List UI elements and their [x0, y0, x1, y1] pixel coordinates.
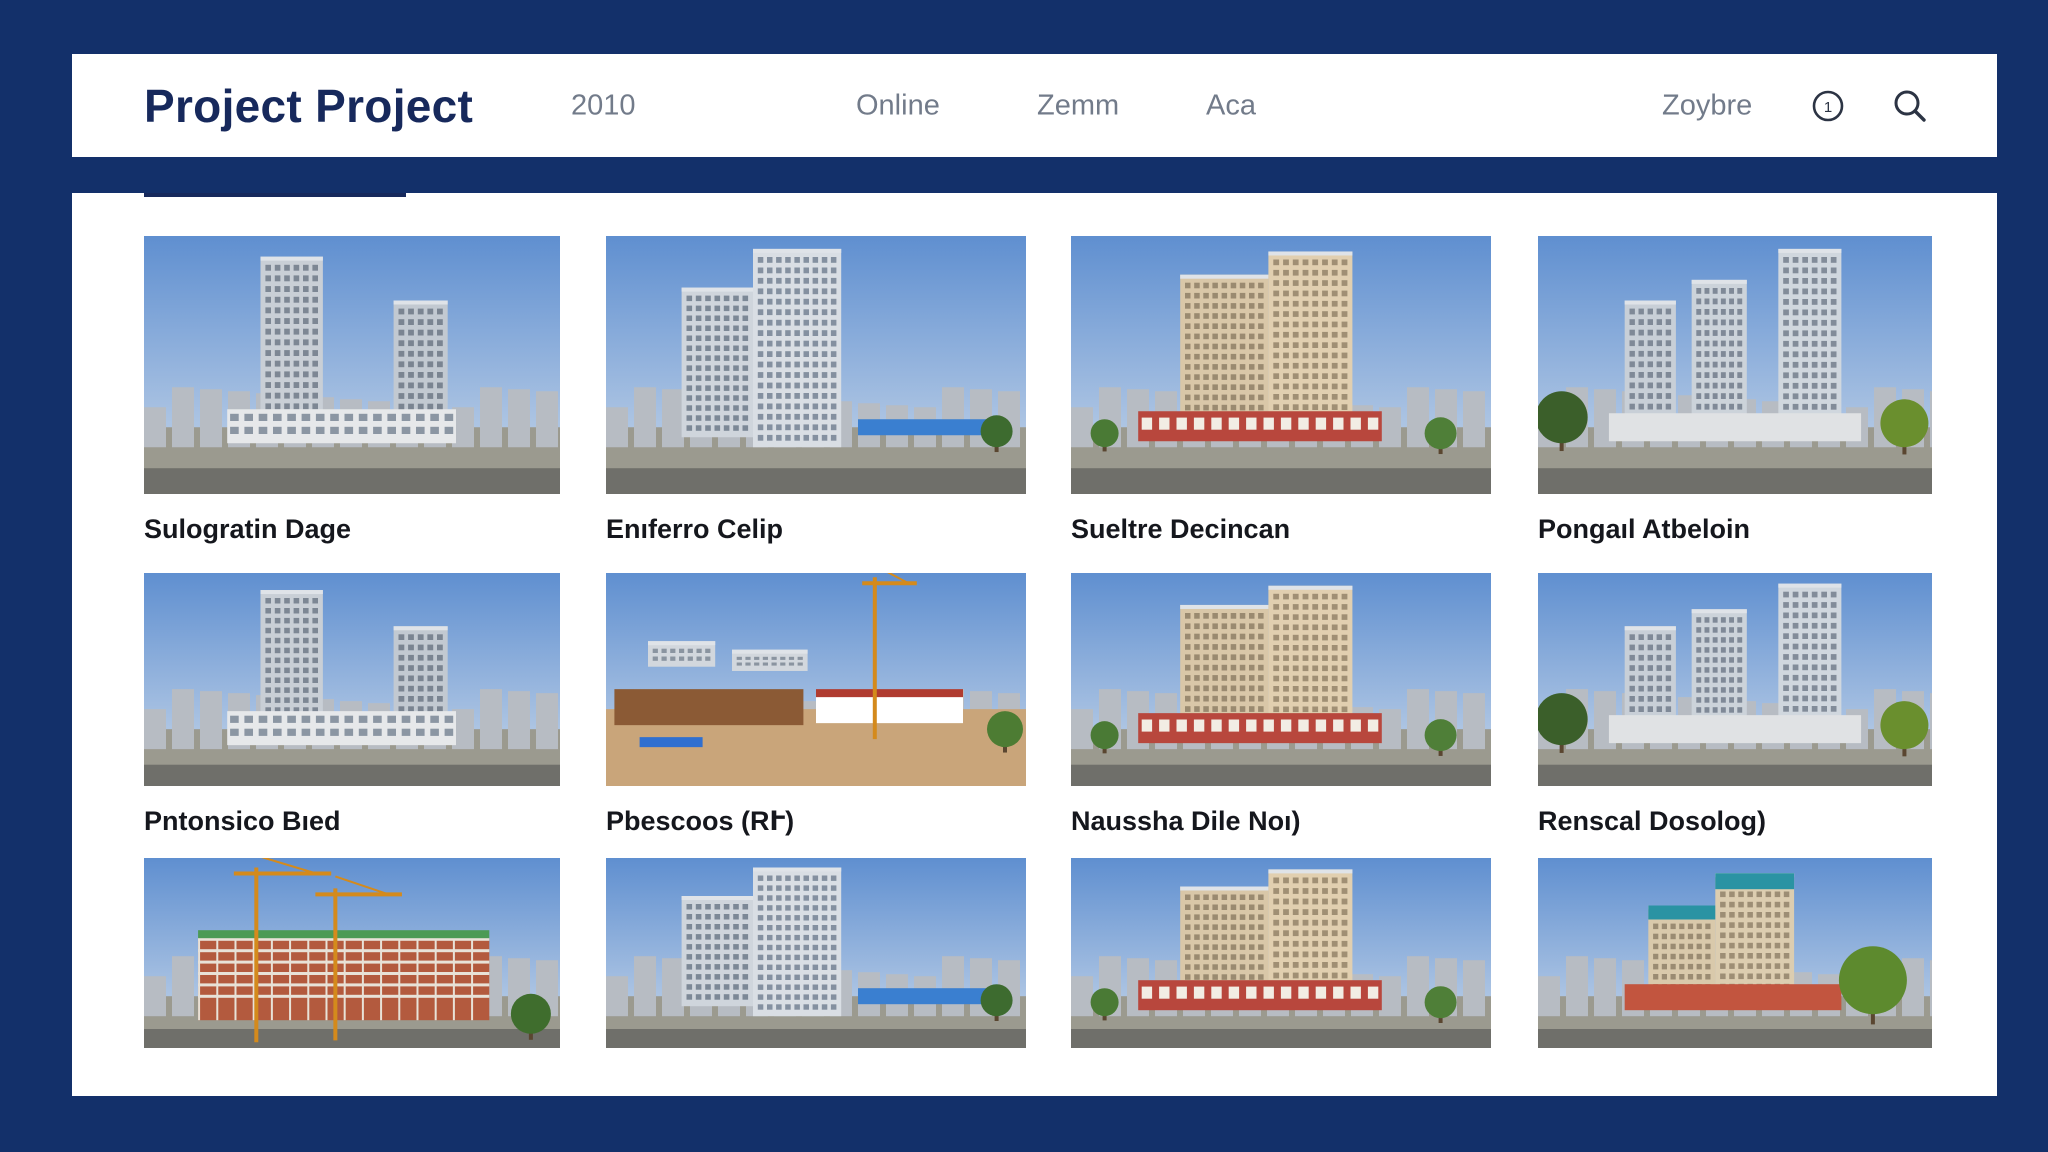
project-photo[interactable] — [144, 236, 560, 494]
project-photo[interactable] — [1071, 573, 1491, 786]
project-card[interactable]: Sueltre Decincan — [1071, 236, 1491, 544]
nav-item-zemm[interactable]: Zemm — [1037, 89, 1119, 122]
project-photo[interactable] — [1071, 236, 1491, 494]
project-title[interactable]: Sulogratin Dage — [144, 514, 351, 545]
project-photo[interactable] — [1538, 858, 1932, 1048]
project-title[interactable]: Pntonsico Bıed — [144, 806, 341, 837]
search-icon[interactable] — [1890, 86, 1930, 126]
project-photo[interactable] — [606, 858, 1026, 1048]
top-navigation-bar: Project Project 2010 Online Zemm Aca Zoy… — [72, 54, 1997, 157]
project-card[interactable]: Pntonsico Bıed — [144, 573, 560, 836]
project-photo[interactable] — [144, 858, 560, 1048]
project-card[interactable] — [144, 858, 560, 1048]
project-photo[interactable] — [606, 236, 1026, 494]
project-photo[interactable] — [606, 573, 1026, 786]
project-gallery: Sulogratin Dage Enıferro Celip Sueltre Dec… — [72, 193, 1997, 1096]
project-card[interactable] — [1071, 858, 1491, 1048]
project-title[interactable]: Enıferro Celip — [606, 514, 783, 545]
user-name[interactable]: Zoybre — [1662, 89, 1752, 122]
project-card[interactable] — [1538, 858, 1932, 1048]
project-card[interactable] — [606, 858, 1026, 1048]
brand-title[interactable]: Project Project — [144, 79, 473, 133]
svg-text:1: 1 — [1824, 99, 1832, 116]
project-card[interactable]: Pbescoos (RՒ) — [606, 573, 1026, 836]
project-card[interactable]: Pongaıl Atbeloin — [1538, 236, 1932, 544]
nav-item-aca[interactable]: Aca — [1206, 89, 1256, 122]
project-title[interactable]: Pbescoos (RՒ) — [606, 806, 794, 837]
project-card[interactable]: Sulogratin Dage — [144, 236, 560, 544]
project-card[interactable]: Enıferro Celip — [606, 236, 1026, 544]
project-photo[interactable] — [1538, 573, 1932, 786]
project-title[interactable]: Pongaıl Atbeloin — [1538, 514, 1750, 545]
project-photo[interactable] — [1538, 236, 1932, 494]
project-card[interactable]: Naussha Dile Noı) — [1071, 573, 1491, 836]
project-title[interactable]: Sueltre Decincan — [1071, 514, 1290, 545]
nav-year[interactable]: 2010 — [571, 89, 636, 122]
project-photo[interactable] — [1071, 858, 1491, 1048]
project-card[interactable]: Renscal Dosolog) — [1538, 573, 1932, 836]
project-title[interactable]: Renscal Dosolog) — [1538, 806, 1766, 837]
active-tab-indicator — [144, 193, 406, 197]
info-icon[interactable]: 1 — [1808, 86, 1848, 126]
project-title[interactable]: Naussha Dile Noı) — [1071, 806, 1301, 837]
nav-item-online[interactable]: Online — [856, 89, 940, 122]
project-photo[interactable] — [144, 573, 560, 786]
